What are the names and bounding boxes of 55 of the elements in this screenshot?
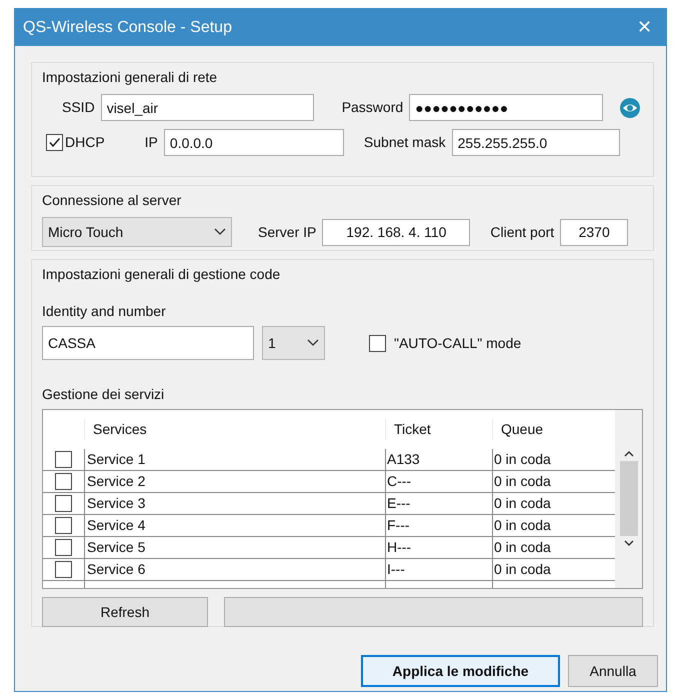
refresh-button[interactable]: Refresh: [42, 597, 208, 627]
table-cell: Service 2: [84, 471, 385, 492]
ssid-field[interactable]: visel_air: [100, 94, 314, 121]
group-title: Impostazioni generali di rete: [42, 68, 218, 87]
table-cell: A133: [385, 449, 492, 470]
server-ip-label: Server IP: [258, 222, 316, 242]
table-cell: C---: [385, 471, 492, 492]
ssid-label: SSID: [62, 98, 95, 117]
chevron-down-icon: [307, 339, 319, 347]
table-cell: Service 3: [84, 493, 385, 514]
server-ip-field[interactable]: 192. 168. 4. 110: [322, 218, 470, 246]
row-checkbox[interactable]: [55, 517, 72, 534]
eye-icon[interactable]: [619, 96, 642, 118]
column-header[interactable]: Ticket: [385, 419, 492, 440]
table-cell: E---: [385, 493, 492, 514]
chevron-down-icon: [214, 228, 226, 236]
table-cell: I---: [385, 559, 492, 580]
cancel-button[interactable]: Annulla: [568, 655, 658, 687]
apply-button[interactable]: Applica le modifiche: [361, 655, 560, 687]
window-title: QS-Wireless Console - Setup: [23, 18, 232, 38]
ip-field[interactable]: 0.0.0.0: [164, 129, 344, 156]
subnet-mask-field[interactable]: 255.255.255.0: [452, 129, 620, 156]
scroll-up-icon[interactable]: [624, 450, 634, 457]
row-checkbox[interactable]: [55, 473, 72, 490]
row-checkbox[interactable]: [55, 451, 72, 468]
password-label: Password: [342, 98, 404, 117]
table-cell: Service 5: [84, 537, 385, 558]
scroll-down-icon[interactable]: [624, 540, 634, 547]
auto-call-checkbox[interactable]: [369, 334, 386, 352]
row-checkbox[interactable]: [55, 495, 72, 512]
identity-label: Identity and number: [42, 302, 167, 321]
column-header[interactable]: Services: [84, 419, 385, 440]
row-checkbox[interactable]: [55, 561, 72, 578]
table-cell: F---: [385, 515, 492, 536]
table-cell: Service 6: [84, 559, 385, 580]
password-field[interactable]: ●●●●●●●●●●●: [409, 94, 604, 121]
dhcp-label: DHCP: [65, 133, 105, 152]
ip-label: IP: [144, 133, 158, 152]
number-dropdown[interactable]: 1: [262, 326, 325, 360]
identity-field[interactable]: CASSA: [42, 326, 254, 360]
client-port-field[interactable]: 2370: [560, 218, 628, 246]
scrollbar[interactable]: [615, 410, 642, 588]
table-cell: Service 4: [84, 515, 385, 536]
device-dropdown[interactable]: Micro Touch: [42, 217, 232, 247]
dhcp-checkbox[interactable]: [46, 134, 63, 151]
table-cell: Service 1: [84, 449, 385, 470]
row-checkbox[interactable]: [55, 539, 72, 556]
group-title: Impostazioni generali di gestione code: [42, 265, 282, 284]
subnet-mask-label: Subnet mask: [364, 133, 446, 152]
client-port-label: Client port: [490, 222, 554, 242]
services-label: Gestione dei servizi: [42, 385, 166, 404]
group-title: Connessione al server: [42, 191, 182, 210]
table-cell: H---: [385, 537, 492, 558]
close-button[interactable]: ✕: [633, 14, 656, 41]
auto-call-label: "AUTO-CALL" mode: [394, 334, 522, 352]
